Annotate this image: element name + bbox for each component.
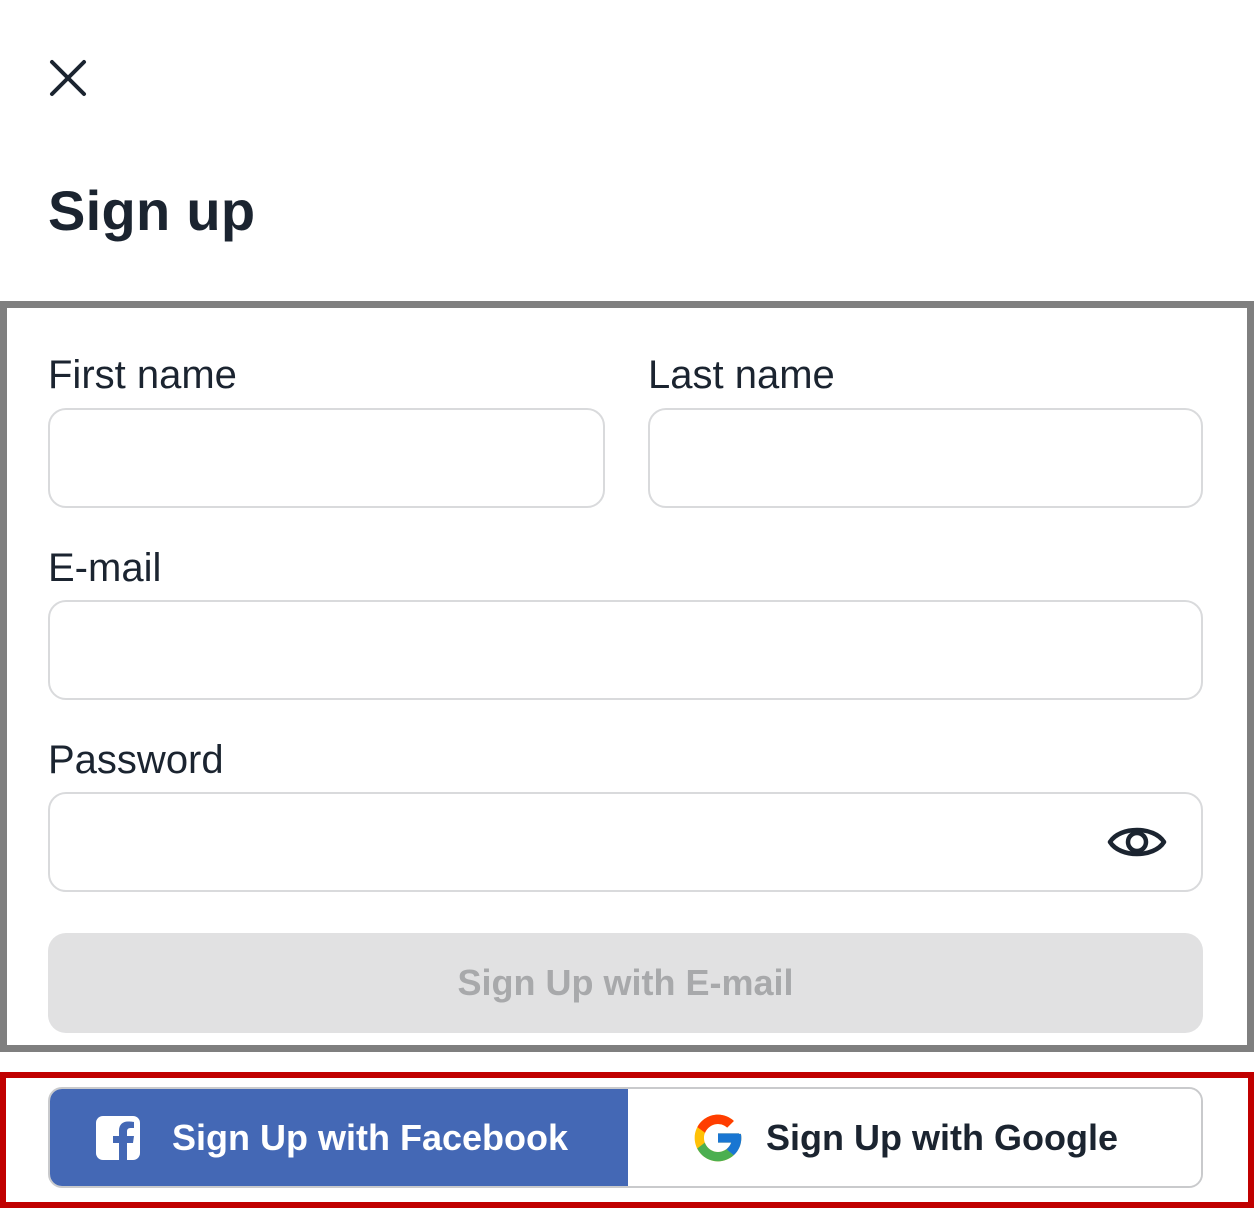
email-label: E-mail xyxy=(48,546,162,590)
google-icon xyxy=(694,1114,742,1161)
password-label: Password xyxy=(48,738,224,782)
google-button-label: Sign Up with Google xyxy=(766,1116,1118,1158)
eye-icon xyxy=(1107,827,1167,857)
social-signup-buttons: Sign Up with Facebook Sign Up with Googl… xyxy=(48,1087,1203,1188)
toggle-password-visibility-button[interactable] xyxy=(1100,812,1174,872)
facebook-button-label: Sign Up with Facebook xyxy=(172,1116,569,1158)
page-title: Sign up xyxy=(48,179,256,242)
signup-email-button[interactable]: Sign Up with E-mail xyxy=(48,933,1203,1033)
close-button[interactable] xyxy=(40,50,96,106)
signup-facebook-button[interactable]: Sign Up with Facebook xyxy=(50,1089,628,1186)
close-icon xyxy=(50,60,86,96)
first-name-label: First name xyxy=(48,353,237,397)
last-name-input[interactable] xyxy=(648,408,1203,508)
signup-google-button[interactable]: Sign Up with Google xyxy=(628,1089,1201,1186)
last-name-label: Last name xyxy=(648,353,835,397)
email-input[interactable] xyxy=(48,600,1203,700)
signup-dialog: Sign up First name Last name E-mail Pass… xyxy=(0,0,1254,1215)
first-name-input[interactable] xyxy=(48,408,605,508)
facebook-icon xyxy=(96,1115,140,1160)
password-input[interactable] xyxy=(48,792,1203,892)
